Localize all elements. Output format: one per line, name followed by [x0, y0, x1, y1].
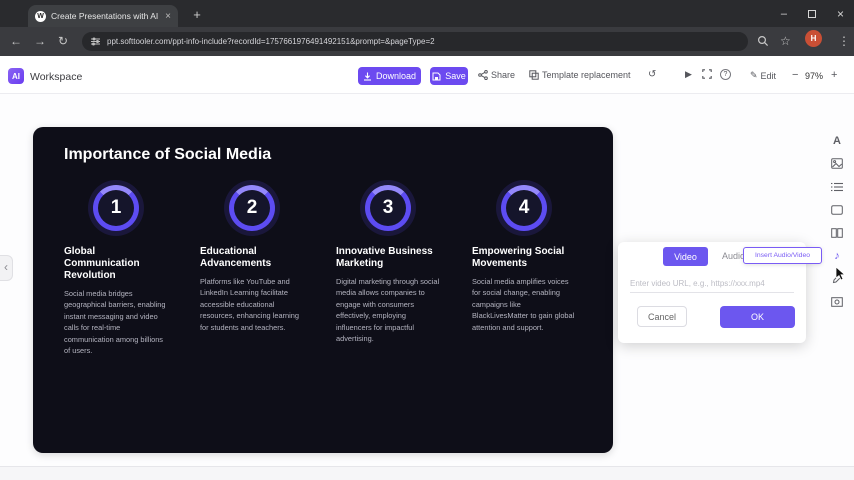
zoom-level: 97% — [805, 71, 823, 81]
app-logo[interactable]: AI — [8, 68, 24, 84]
search-icon[interactable] — [757, 35, 769, 47]
url-text: ppt.softtooler.com/ppt-info-include?reco… — [107, 37, 435, 46]
undo-icon[interactable]: ↺ — [648, 69, 656, 80]
column-heading: Educational Advancements — [194, 246, 310, 270]
columns-tool-icon[interactable] — [830, 226, 844, 239]
list-tool-icon[interactable] — [830, 180, 844, 193]
browser-menu-icon[interactable]: ⋮ — [838, 34, 850, 48]
browser-tabstrip: W Create Presentations with AI | ] × + –… — [0, 0, 854, 27]
bookmark-star-icon[interactable]: ☆ — [780, 34, 791, 48]
save-button[interactable]: Save — [430, 67, 468, 85]
column-body: Platforms like YouTube and LinkedIn Lear… — [194, 276, 310, 333]
close-window-icon[interactable]: × — [837, 7, 844, 21]
back-icon[interactable]: ← — [10, 34, 22, 48]
column-heading: Empowering Social Movements — [466, 246, 582, 270]
number-badge-1: 1 — [93, 185, 139, 231]
column-body: Social media amplifies voices for social… — [466, 276, 582, 333]
url-bar[interactable]: ppt.softtooler.com/ppt-info-include?reco… — [82, 32, 748, 51]
reload-icon[interactable]: ↻ — [58, 34, 68, 48]
app-toolbar: AI Workspace Download Save Share Templat… — [0, 56, 854, 94]
window-controls: – × — [781, 0, 844, 27]
play-icon[interactable]: ▶ — [685, 69, 692, 80]
number-badge-4: 4 — [501, 185, 547, 231]
maximize-icon[interactable] — [808, 10, 816, 18]
presentation-slide[interactable]: Importance of Social Media 1 Global Comm… — [33, 127, 613, 453]
image-tool-icon[interactable] — [830, 157, 844, 170]
download-button[interactable]: Download — [358, 67, 421, 85]
browser-navbar: ← → ↻ ppt.softtooler.com/ppt-info-includ… — [0, 27, 854, 56]
help-glyph: ? — [720, 69, 731, 80]
text-tool-icon[interactable]: A — [830, 134, 844, 147]
insert-audio-video-tooltip: Insert Audio/Video — [743, 247, 822, 264]
download-icon — [363, 72, 372, 81]
save-icon — [432, 72, 441, 81]
slide-title[interactable]: Importance of Social Media — [64, 146, 271, 164]
forward-icon[interactable]: → — [34, 34, 46, 48]
help-icon[interactable]: ? — [720, 69, 731, 80]
fullscreen-icon[interactable] — [702, 69, 712, 79]
tab-audio[interactable]: Audio — [722, 251, 745, 261]
template-icon — [529, 70, 539, 80]
share-icon — [478, 70, 488, 80]
workspace-label: Workspace — [30, 71, 82, 83]
new-tab-button[interactable]: + — [188, 6, 206, 24]
video-url-input[interactable] — [630, 275, 794, 293]
column-body: Social media bridges geographical barrie… — [58, 288, 174, 357]
number-badge-3: 3 — [365, 185, 411, 231]
number-badge-2: 2 — [229, 185, 275, 231]
slide-column-1[interactable]: 1 Global Communication Revolution Social… — [58, 185, 174, 357]
badge-number: 1 — [111, 197, 122, 219]
zoom-out-icon[interactable]: − — [792, 69, 798, 81]
edit-button[interactable]: ✎ Edit — [750, 70, 776, 81]
badge-number: 4 — [519, 197, 530, 219]
insert-media-tool-icon[interactable]: ♪ — [830, 249, 844, 262]
tab-favicon-icon: W — [35, 11, 46, 22]
edit-label: Edit — [761, 71, 777, 81]
slide-column-2[interactable]: 2 Educational Advancements Platforms lik… — [194, 185, 310, 333]
profile-avatar[interactable]: H — [805, 30, 822, 47]
screen: W Create Presentations with AI | ] × + –… — [0, 0, 854, 480]
column-heading: Global Communication Revolution — [58, 246, 174, 282]
edit-pencil-icon: ✎ — [750, 70, 758, 81]
tab-close-icon[interactable]: × — [165, 11, 171, 22]
frame-tool-icon[interactable] — [830, 295, 844, 308]
template-replacement-button[interactable]: Template replacement — [529, 70, 631, 80]
prev-page-chevron[interactable]: ‹ — [0, 255, 13, 281]
column-heading: Innovative Business Marketing — [330, 246, 446, 270]
template-label: Template replacement — [542, 70, 631, 80]
column-body: Digital marketing through social media a… — [330, 276, 446, 345]
zoom-in-icon[interactable]: + — [831, 69, 837, 81]
slide-column-3[interactable]: 3 Innovative Business Marketing Digital … — [330, 185, 446, 345]
slide-column-4[interactable]: 4 Empowering Social Movements Social med… — [466, 185, 582, 333]
mouse-cursor — [836, 267, 848, 281]
share-label: Share — [491, 70, 515, 80]
minimize-icon[interactable]: – — [781, 8, 787, 20]
tab-video[interactable]: Video — [663, 247, 708, 266]
download-label: Download — [376, 71, 416, 81]
tab-title: Create Presentations with AI | ] — [51, 11, 160, 21]
browser-tab[interactable]: W Create Presentations with AI | ] × — [28, 5, 178, 27]
footer-strip — [0, 466, 854, 480]
cancel-button[interactable]: Cancel — [637, 306, 687, 327]
share-button[interactable]: Share — [478, 70, 515, 80]
ok-button[interactable]: OK — [720, 306, 795, 328]
badge-number: 2 — [247, 197, 258, 219]
tune-icon[interactable] — [91, 37, 100, 46]
badge-number: 3 — [383, 197, 394, 219]
save-label: Save — [445, 71, 466, 81]
card-tool-icon[interactable] — [830, 203, 844, 216]
right-tool-rail: A ♪ — [825, 134, 849, 308]
